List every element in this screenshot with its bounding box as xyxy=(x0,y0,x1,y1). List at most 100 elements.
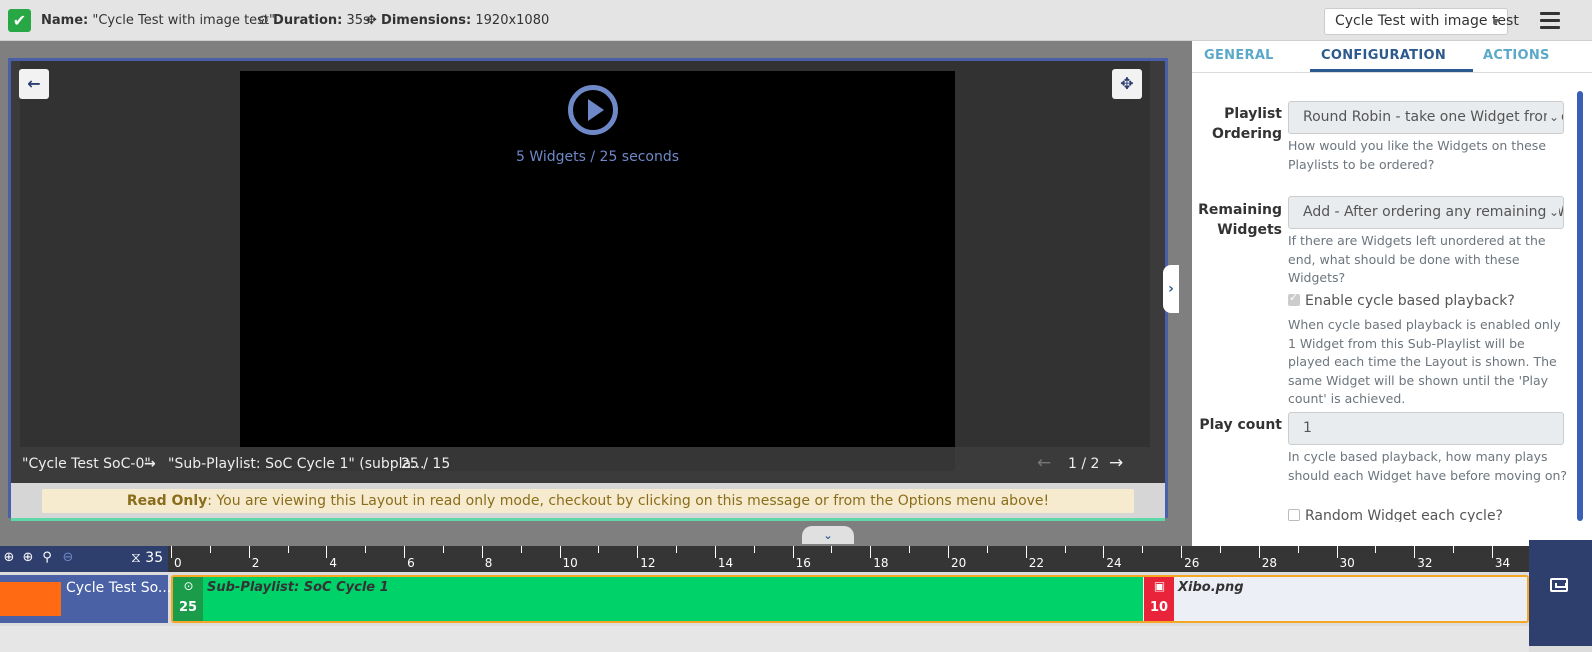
playlist-ordering-select[interactable]: Round Robin - take one Widget from e ⌄ xyxy=(1288,101,1564,134)
widget-name: Sub-Playlist: SoC Cycle 1 xyxy=(207,580,389,595)
ruler-minor-tick xyxy=(831,546,833,553)
duration-label: Duration: xyxy=(273,13,343,28)
playlist-ordering-help: How would you like the Widgets on these … xyxy=(1288,138,1547,172)
ruler-tick xyxy=(171,546,172,558)
timeline-duration: ⧖ 35 xyxy=(131,550,163,566)
checkbox-checked-icon[interactable] xyxy=(1288,291,1300,306)
image-file-icon: ▣ xyxy=(1153,579,1166,593)
play-count-input[interactable]: 1 xyxy=(1288,412,1564,445)
inbox-icon[interactable] xyxy=(1550,578,1568,592)
cycle-playback-help: When cycle based playback is enabled onl… xyxy=(1288,317,1561,406)
name-value: "Cycle Test with image test" xyxy=(92,13,276,28)
next-arrow-icon[interactable]: → xyxy=(1109,453,1123,473)
timeline-toolbar: ⊕ ⊕ ⚲ ⊖ ⧖ 35 xyxy=(0,546,168,572)
ruler-minor-tick xyxy=(520,546,522,553)
widgets-info: 5 Widgets / 25 seconds xyxy=(515,149,680,165)
ruler-minor-tick xyxy=(365,546,367,553)
ruler-tick-label: 26 xyxy=(1184,556,1200,570)
panel-scrollbar[interactable] xyxy=(1577,91,1583,521)
ruler-minor-tick xyxy=(986,546,988,553)
chevron-down-icon: ⌄ xyxy=(1546,205,1559,219)
caret-down-icon: ▼ xyxy=(1492,17,1499,26)
remaining-widgets-help: If there are Widgets left unordered at t… xyxy=(1288,233,1546,285)
tab-actions[interactable]: ACTIONS xyxy=(1483,48,1550,63)
ruler-tick xyxy=(870,546,872,558)
search-icon[interactable]: ⚲ xyxy=(38,549,56,567)
breadcrumb-playlist[interactable]: "Sub-Playlist: SoC Cycle 1" (subpla... xyxy=(168,456,424,472)
ruler-tick xyxy=(326,546,328,558)
clock-icon: ⊙ xyxy=(258,13,269,28)
top-bar: ✔ Name: "Cycle Test with image test" ⊙ D… xyxy=(0,0,1592,41)
chevron-down-icon[interactable]: ⌄ xyxy=(802,526,854,544)
menu-icon[interactable] xyxy=(1540,12,1560,33)
widget-image[interactable]: ▣ 10 Xibo.png xyxy=(1144,577,1527,621)
ruler-tick-label: 34 xyxy=(1494,556,1511,570)
tab-general[interactable]: GENERAL xyxy=(1204,48,1274,63)
tab-active-indicator xyxy=(1310,69,1473,72)
ruler-tick xyxy=(404,546,406,558)
chevron-right-icon[interactable]: › xyxy=(1163,265,1179,313)
ruler-minor-tick xyxy=(1142,546,1144,553)
timeline-ruler: 0 2 4 6 8 10 12 14 16 18 20 22 24 26 28 30 32 34 xyxy=(168,546,1532,572)
zoom-in-icon[interactable]: ⊕ xyxy=(0,549,18,567)
move-icon[interactable]: ✥ xyxy=(1112,69,1142,99)
ruler-tick xyxy=(1181,546,1183,558)
ruler-minor-tick xyxy=(1297,546,1299,553)
ruler-tick-label: 6 xyxy=(407,556,415,570)
timeline-footer xyxy=(0,626,1529,652)
cycle-playback-label: Enable cycle based playback? xyxy=(1305,293,1515,309)
random-widget-checkbox[interactable]: Random Widget each cycle? xyxy=(1288,508,1503,522)
cycle-playback-checkbox[interactable]: Enable cycle based playback? xyxy=(1288,291,1515,309)
region-thumbnail[interactable]: Cycle Test So... xyxy=(0,575,171,623)
widget-subplaylist[interactable]: ⊙ 25 Sub-Playlist: SoC Cycle 1 xyxy=(173,577,1143,621)
pager: 1 / 2 xyxy=(1068,456,1100,472)
play-count-value: 1 xyxy=(1303,420,1312,436)
region-color-swatch xyxy=(0,582,61,616)
checkmark-icon[interactable]: ✔ xyxy=(8,9,31,32)
properties-panel: GENERAL CONFIGURATION ACTIONS Playlist Or… xyxy=(1192,41,1592,546)
ruler-tick-label: 14 xyxy=(717,556,734,570)
timeline-duration-value: 35 xyxy=(145,550,164,566)
ruler-tick xyxy=(1491,546,1493,558)
panel-tabs: GENERAL CONFIGURATION ACTIONS xyxy=(1192,41,1592,73)
ruler-tick-label: 22 xyxy=(1028,556,1044,570)
ruler-minor-tick xyxy=(753,546,755,553)
zoom-fit-icon[interactable]: ⊕ xyxy=(19,549,37,567)
readonly-title: Read Only xyxy=(126,493,208,509)
ruler-tick xyxy=(481,546,483,558)
ruler-tick-label: 0 xyxy=(174,556,182,570)
ruler-tick-label: 18 xyxy=(873,556,889,570)
breadcrumb-region[interactable]: "Cycle Test SoC-0" xyxy=(22,456,151,472)
ruler-tick xyxy=(1258,546,1260,558)
widget-duration: 25 xyxy=(178,600,198,615)
play-count-help: In cycle based playback, how many plays … xyxy=(1288,449,1568,483)
ruler-tick xyxy=(714,546,716,558)
dimensions-value: 1920x1080 xyxy=(475,13,550,28)
region-track: ⊙ 25 Sub-Playlist: SoC Cycle 1 ▣ 10 Xibo… xyxy=(171,575,1529,623)
widget-icon-strip: ⊙ 25 xyxy=(173,577,203,621)
ruler-tick xyxy=(1336,546,1338,558)
remaining-widgets-select[interactable]: Add - After ordering any remaining W ⌄ xyxy=(1288,196,1564,229)
layout-viewer: 5 Widgets / 25 seconds ← ✥ "Cycle Test S… xyxy=(8,58,1168,521)
zoom-out-icon[interactable]: ⊖ xyxy=(59,549,77,567)
ruler-tick xyxy=(1025,546,1027,558)
name-label: Name: xyxy=(41,13,89,28)
back-arrow-icon[interactable]: ← xyxy=(19,69,49,99)
arrow-right-icon: → xyxy=(144,456,156,472)
prev-arrow-icon[interactable]: ← xyxy=(1037,453,1051,473)
region-preview[interactable]: 5 Widgets / 25 seconds xyxy=(240,71,955,471)
readonly-message[interactable]: Read Only: You are viewing this Layout i… xyxy=(42,489,1134,513)
tab-configuration[interactable]: CONFIGURATION xyxy=(1321,48,1446,63)
ruler-tick xyxy=(948,546,949,558)
layout-select[interactable]: Cycle Test with image test ▼ xyxy=(1324,8,1519,35)
play-circle-icon: ⊙ xyxy=(183,579,194,593)
timeline: ⊕ ⊕ ⚲ ⊖ ⧖ 35 0 2 4 6 8 10 12 14 16 18 20 22 24 26 28 30… xyxy=(0,540,1592,652)
region-navbar: "Cycle Test SoC-0" → "Sub-Playlist: SoC … xyxy=(11,447,1165,481)
ruler-tick xyxy=(1414,546,1416,558)
ruler-minor-tick xyxy=(287,546,289,553)
checkbox-icon[interactable] xyxy=(1288,509,1300,521)
layout-duration: ⊙ Duration: 35s xyxy=(258,13,370,28)
viewer-canvas: 5 Widgets / 25 seconds xyxy=(20,61,1150,481)
ruler-tick xyxy=(792,546,794,558)
remaining-widgets-label: Remaining Widgets xyxy=(1198,202,1282,238)
